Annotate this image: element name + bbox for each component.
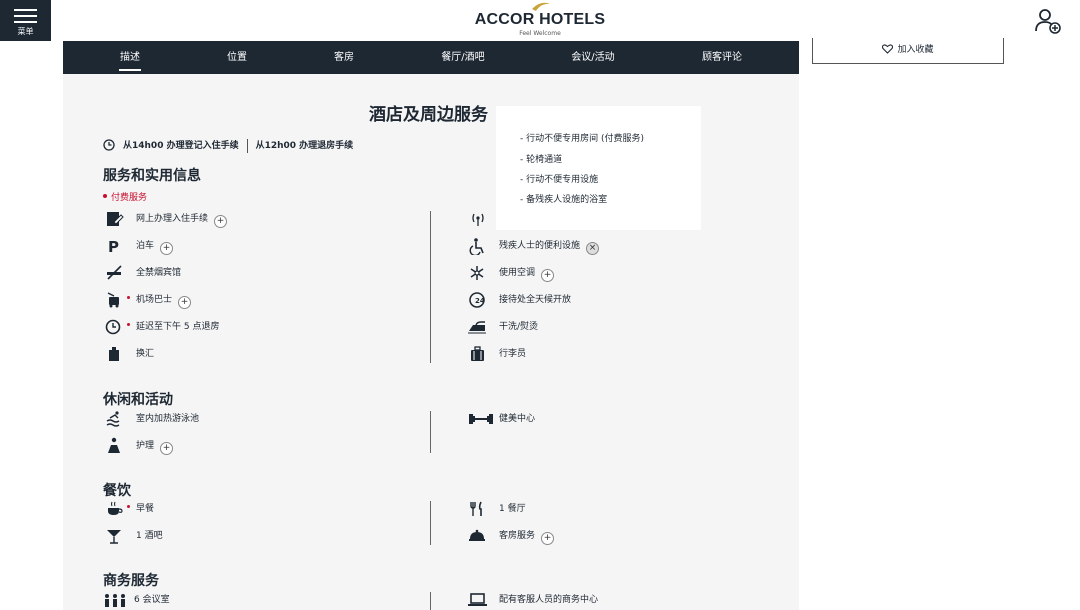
item-label: 机场巴士 — [136, 295, 173, 305]
checkin-time: 从14h00 办理登记入住手续 — [123, 141, 239, 151]
tab-restaurants-bars[interactable]: 餐厅/酒吧 — [440, 41, 486, 74]
item-label: 客房服务 — [499, 531, 536, 541]
item-label: 健美中心 — [499, 414, 536, 424]
brand-tagline: Feel Welcome — [519, 30, 561, 37]
section-title-dining: 餐饮 — [103, 483, 131, 499]
add-to-favorites-button[interactable]: 加入收藏 — [812, 38, 1004, 64]
favorite-label: 加入收藏 — [897, 45, 934, 55]
section-title-business: 商务服务 — [103, 573, 159, 589]
tab-rooms[interactable]: 客房 — [333, 41, 355, 74]
expand-button[interactable]: + — [160, 242, 174, 255]
paid-dot — [103, 194, 107, 198]
checkout-time: 从12h00 办理退房手续 — [255, 141, 354, 151]
tab-description[interactable]: 描述 — [119, 41, 141, 74]
expand-button[interactable]: + — [541, 532, 555, 545]
popover-line: - 轮椅通道 — [520, 155, 563, 165]
bar-icon — [107, 530, 121, 544]
item-label: 6 会议室 — [134, 595, 170, 605]
luggage-icon — [471, 346, 484, 361]
restaurant-icon — [470, 501, 482, 516]
wifi-icon — [472, 213, 484, 226]
tab-location[interactable]: 位置 — [226, 41, 248, 74]
item-label: 接待处全天候开放 — [499, 295, 572, 305]
item-label: 配有客服人员的商务中心 — [499, 595, 599, 605]
menu-button[interactable]: 菜单 — [0, 0, 51, 41]
item-label: 使用空调 — [499, 268, 536, 278]
account-add-icon[interactable] — [1035, 8, 1063, 34]
item-label: 延迟至下午 5 点退房 — [136, 322, 220, 332]
info-divider — [246, 138, 248, 153]
wheelchair-icon — [469, 238, 484, 255]
parking-icon: P — [108, 238, 119, 255]
paid-service-legend: 付费服务 — [103, 190, 147, 203]
expand-button[interactable]: + — [214, 215, 228, 228]
svg-text:24: 24 — [475, 297, 485, 305]
svg-text:P: P — [108, 238, 119, 255]
expand-button[interactable]: + — [160, 442, 174, 455]
item-label: 护理 — [136, 441, 155, 451]
hamburger-icon — [14, 9, 37, 27]
page-title: 酒店及周边服务 — [369, 105, 488, 125]
column-divider — [430, 501, 431, 545]
column-divider — [430, 411, 431, 453]
item-label: 早餐 — [136, 504, 155, 514]
popover-line: - 备残疾人设施的浴室 — [520, 195, 608, 205]
paid-marker — [127, 323, 130, 326]
breakfast-icon — [108, 501, 123, 515]
top-header: 菜单 ACCOR HOTELS Feel Welcome — [0, 0, 1080, 41]
popover-line: - 行动不便专用设施 — [520, 175, 599, 185]
business-center-icon — [468, 593, 487, 606]
item-label: 行李员 — [499, 349, 527, 359]
item-label: 换汇 — [136, 349, 155, 359]
brand-logo[interactable]: ACCOR HOTELS Feel Welcome — [470, 2, 610, 38]
item-label: 干洗/熨烫 — [499, 322, 539, 332]
brand-name: ACCOR HOTELS — [474, 11, 606, 28]
popover-line: - 行动不便专用房间 (付费服务) — [520, 134, 644, 144]
meeting-room-icon — [105, 594, 125, 607]
item-label: 网上办理入住手续 — [136, 214, 209, 224]
no-smoking-icon — [107, 265, 122, 280]
air-conditioning-icon — [470, 266, 484, 280]
accessibility-details-popover: - 行动不便专用房间 (付费服务) - 轮椅通道 - 行动不便专用设施 - 备残… — [496, 106, 701, 230]
reception-24h-icon: 24 — [469, 292, 485, 308]
expand-button[interactable]: + — [541, 269, 555, 282]
expand-button[interactable]: + — [178, 296, 192, 309]
fitness-icon — [469, 414, 493, 424]
menu-label: 菜单 — [17, 27, 34, 36]
tab-meetings-events[interactable]: 会议/活动 — [570, 41, 616, 74]
column-divider — [430, 211, 431, 363]
item-label: 全禁烟宾馆 — [136, 268, 182, 278]
pool-icon — [106, 411, 120, 427]
section-title-services: 服务和实用信息 — [103, 168, 201, 184]
paid-marker — [127, 296, 130, 299]
online-checkin-icon — [107, 212, 124, 226]
item-label: 泊车 — [136, 241, 155, 251]
logo-swoosh-icon — [532, 2, 550, 11]
paid-legend-label: 付费服务 — [111, 193, 148, 203]
column-divider — [430, 592, 431, 610]
section-tabs: 描述 位置 客房 餐厅/酒吧 会议/活动 顾客评论 — [63, 41, 799, 74]
item-label: 1 酒吧 — [136, 531, 163, 541]
item-label: 残疾人士的便利设施 — [499, 241, 581, 251]
laundry-iron-icon — [468, 321, 486, 334]
heart-icon — [882, 44, 894, 54]
airport-bus-icon — [107, 292, 119, 308]
paid-marker — [127, 505, 130, 508]
late-checkout-icon — [105, 319, 121, 335]
item-label: 室内加热游泳池 — [136, 414, 200, 424]
checkin-checkout-info: 从14h00 办理登记入住手续 从12h00 办理退房手续 — [103, 138, 353, 153]
tab-reviews[interactable]: 顾客评论 — [700, 41, 744, 74]
spa-icon — [108, 437, 120, 453]
clock-icon — [103, 139, 115, 151]
room-service-icon — [469, 529, 485, 541]
section-title-leisure: 休闲和活动 — [103, 392, 173, 408]
currency-exchange-icon — [109, 347, 119, 361]
item-label: 1 餐厅 — [499, 504, 526, 514]
collapse-button[interactable]: × — [586, 242, 600, 255]
